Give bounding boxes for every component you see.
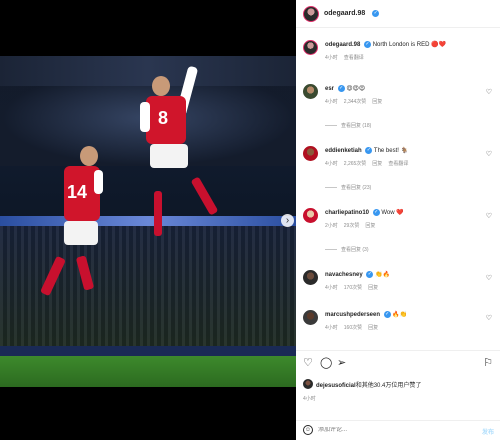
avatar[interactable] <box>303 40 318 55</box>
post-timestamp: 4小时 <box>303 396 316 402</box>
comment-time: 4小时 <box>325 161 338 167</box>
heart-icon[interactable]: ♡ <box>486 88 492 96</box>
comment-text: Wow ❤️ <box>381 210 404 217</box>
view-replies[interactable]: 查看回复 (23) <box>325 184 371 191</box>
likes-summary: dejesusoficial和其他30.4万位用户赞了 <box>303 379 421 389</box>
caption-time: 4小时 <box>325 55 338 61</box>
comment-likes[interactable]: 2,344次赞 <box>344 98 367 105</box>
comment-likes[interactable]: 2,265次赞 <box>344 160 367 167</box>
avatar[interactable] <box>303 5 319 22</box>
reply-button[interactable]: 回复 <box>368 284 378 291</box>
heart-icon[interactable]: ♡ <box>486 150 492 158</box>
reply-button[interactable]: 回复 <box>372 160 382 167</box>
avatar[interactable] <box>303 208 318 223</box>
heart-icon[interactable]: ♡ <box>486 314 492 322</box>
avatar[interactable] <box>303 379 313 389</box>
post-actions: ♡ ◯ ➢ ⚐ <box>296 350 500 372</box>
comment-item: marcushpederseen ✓ 🔥👏 4小时 160次赞 回复 ♡ <box>303 310 496 336</box>
bookmark-icon[interactable]: ⚐ <box>483 356 493 369</box>
heart-icon[interactable]: ♡ <box>486 274 492 282</box>
comment-item: esr ✓ 😍😍😍 4小时 2,344次赞 回复 ♡ 查看回复 (18) <box>303 84 496 134</box>
reply-button[interactable]: 回复 <box>368 324 378 331</box>
post-comment-button[interactable]: 发布 <box>482 427 494 436</box>
reply-button[interactable]: 回复 <box>372 98 382 105</box>
replies-divider <box>325 125 337 126</box>
comment-text: 👏🔥 <box>375 272 390 279</box>
comment-username[interactable]: navachesney <box>325 272 363 278</box>
avatar[interactable] <box>303 84 318 99</box>
view-replies[interactable]: 查看回复 (3) <box>325 246 369 253</box>
verified-icon: ✓ <box>372 209 380 216</box>
avatar[interactable] <box>303 270 318 285</box>
comment-likes[interactable]: 170次赞 <box>344 284 362 291</box>
avatar[interactable] <box>303 310 318 325</box>
post-header: odegaard.98 ✓ <box>296 0 500 28</box>
comment-text: 😍😍😍 <box>346 86 366 93</box>
view-replies[interactable]: 查看回复 (18) <box>325 122 371 129</box>
post-photo[interactable]: 8 14 <box>0 56 296 387</box>
heart-icon[interactable]: ♡ <box>486 212 492 220</box>
comment-username[interactable]: charliepatino10 <box>325 210 369 216</box>
caption-text: North London is RED <box>372 42 430 49</box>
view-replies-label: 查看回复 (23) <box>341 185 372 191</box>
caption-username[interactable]: odegaard.98 <box>325 42 360 48</box>
liked-by-username[interactable]: dejesusoficial <box>316 383 356 389</box>
view-replies-label: 查看回复 (3) <box>341 247 369 253</box>
caption: odegaard.98 ✓ North London is RED 🔴❤️ 4小… <box>303 40 496 68</box>
comment-time: 2小时 <box>325 223 338 229</box>
comment-icon[interactable]: ◯ <box>320 356 332 369</box>
translate-link[interactable]: 查看翻译 <box>388 160 408 167</box>
heart-icon[interactable]: ♡ <box>303 356 313 369</box>
verified-icon: ✓ <box>337 85 345 92</box>
comment-text: 🔥👏 <box>392 312 408 319</box>
avatar[interactable] <box>303 146 318 161</box>
verified-icon: ✓ <box>365 147 373 154</box>
post-modal: 8 14 › odegaard.98 ✓ odegaard.98 ✓ North… <box>0 0 500 440</box>
emoji-icon[interactable]: ☺ <box>303 425 313 435</box>
comment-text: The best! 🐐 <box>373 148 409 155</box>
chevron-right-icon[interactable]: › <box>281 214 294 227</box>
player-running: 14 <box>30 146 140 376</box>
reply-button[interactable]: 回复 <box>365 222 375 229</box>
comments-panel: odegaard.98 ✓ odegaard.98 ✓ North London… <box>296 0 500 440</box>
verified-icon: ✓ <box>372 10 380 17</box>
author-username[interactable]: odegaard.98 <box>324 10 365 17</box>
comment-time: 4小时 <box>325 285 338 291</box>
comment-username[interactable]: esr <box>325 86 334 92</box>
comment-item: eddienketiah ✓ The best! 🐐 4小时 2,265次赞 回… <box>303 146 496 196</box>
comment-input[interactable] <box>318 427 468 433</box>
caption-emojis: 🔴❤️ <box>431 42 447 49</box>
view-replies-label: 查看回复 (18) <box>341 123 372 129</box>
verified-icon: ✓ <box>366 271 374 278</box>
comment-time: 4小时 <box>325 325 338 331</box>
translate-link[interactable]: 查看翻译 <box>344 54 364 61</box>
comment-username[interactable]: marcushpederseen <box>325 312 380 318</box>
comment-likes[interactable]: 29次赞 <box>344 222 360 229</box>
comments-list: odegaard.98 ✓ North London is RED 🔴❤️ 4小… <box>296 38 500 348</box>
comment-likes[interactable]: 160次赞 <box>344 324 362 331</box>
replies-divider <box>325 187 337 188</box>
verified-icon: ✓ <box>383 311 391 318</box>
share-icon[interactable]: ➢ <box>337 356 346 369</box>
comment-item: navachesney ✓ 👏🔥 4小时 170次赞 回复 ♡ <box>303 270 496 296</box>
jersey-number: 14 <box>67 182 88 202</box>
likes-others[interactable]: 和其他30.4万位用户赞了 <box>356 383 422 389</box>
comment-time: 4小时 <box>325 99 338 105</box>
comment-composer: ☺ 发布 <box>296 420 500 440</box>
comment-username[interactable]: eddienketiah <box>325 148 362 154</box>
post-media: 8 14 › <box>0 0 296 440</box>
comment-item: charliepatino10 ✓ Wow ❤️ 2小时 29次赞 回复 ♡ 查… <box>303 208 496 258</box>
player-celebrating: 8 <box>140 65 240 296</box>
verified-icon: ✓ <box>364 41 372 48</box>
jersey-number: 8 <box>158 108 169 128</box>
replies-divider <box>325 249 337 250</box>
